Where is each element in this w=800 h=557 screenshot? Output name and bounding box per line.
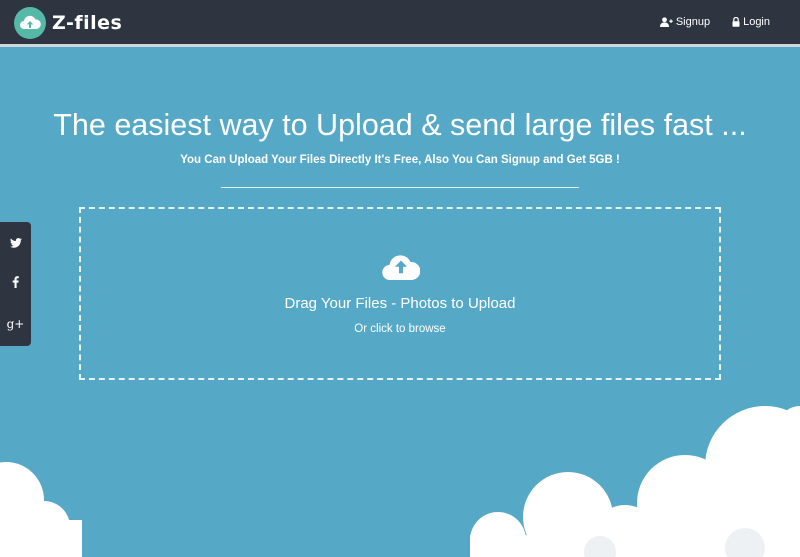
facebook-share-button[interactable] [0,269,31,299]
twitter-icon [9,235,22,253]
cloud-upload-icon [382,251,421,286]
logo-link[interactable]: Z-files [14,7,122,39]
facebook-icon [12,275,19,293]
login-label: Login [743,16,770,28]
nav-links: Signup Login [659,16,770,28]
google-plus-share-button[interactable]: g+ [0,309,31,339]
browse-link[interactable]: Or click to browse [81,323,719,335]
cloud-upload-logo-icon [14,7,46,39]
hero-subtitle: You Can Upload Your Files Directly It's … [180,154,620,166]
brand-name: Z-files [52,12,123,34]
user-plus-icon [659,17,673,27]
social-sidebar: g+ [0,222,31,346]
navbar: Z-files Signup Login [0,0,800,47]
hero-title: The easiest way to Upload & send large f… [53,108,747,142]
hero-divider [221,187,579,188]
lock-icon [732,17,740,27]
signup-link[interactable]: Signup [659,16,711,28]
twitter-share-button[interactable] [0,229,31,259]
upload-dropzone[interactable]: Drag Your Files - Photos to Upload Or cl… [79,207,721,380]
google-plus-icon: g+ [6,317,25,331]
signup-label: Signup [675,16,711,28]
dropzone-title: Drag Your Files - Photos to Upload [284,295,516,312]
login-link[interactable]: Login [732,16,770,28]
